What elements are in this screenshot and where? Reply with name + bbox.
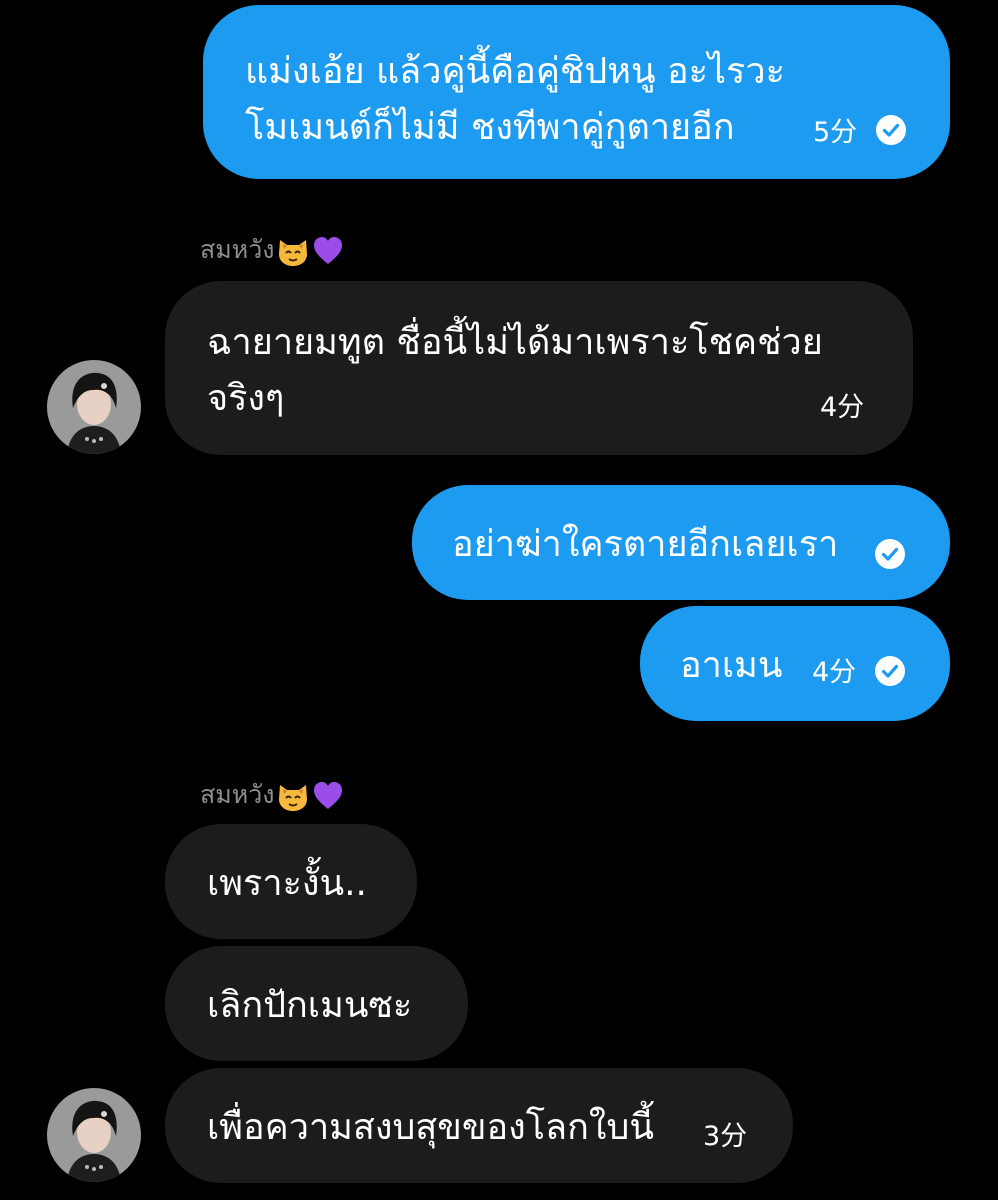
message-text-line: แม่งเอ้ย แล้วคู่นี้คือคู่ชิปหนู อะไรวะ (245, 51, 785, 92)
read-check-icon (876, 115, 906, 145)
message-timestamp: 5分 (813, 117, 858, 148)
outgoing-message-2[interactable]: อย่าฆ่าใครตายอีกเลยเรา (412, 485, 950, 600)
read-check-icon (875, 539, 905, 569)
message-text: เลิกปักเมนซะ (207, 985, 413, 1026)
message-text: อย่าฆ่าใครตายอีกเลยเรา (452, 524, 839, 565)
avatar[interactable] (47, 360, 141, 454)
outgoing-message-1[interactable]: แม่งเอ้ย แล้วคู่นี้คือคู่ชิปหนู อะไรวะ โ… (203, 5, 950, 179)
sender-name-text: สมหวัง (200, 780, 275, 809)
message-text: อาเมน (680, 645, 783, 686)
sender-name-text: สมหวัง (200, 235, 275, 264)
message-timestamp: 3分 (703, 1121, 748, 1152)
purple-heart-emoji-icon (314, 782, 343, 809)
message-timestamp: 4分 (820, 392, 865, 423)
outgoing-message-3[interactable]: อาเมน 4分 (640, 606, 950, 721)
sender-name: สมหวัง (200, 233, 344, 268)
avatar[interactable] (47, 1088, 141, 1182)
message-text-line: โมเมนต์ก็ไม่มี ชงทีพาคู่กูตายอีก (245, 107, 735, 148)
message-text: เพราะงั้น.. (207, 863, 367, 904)
message-timestamp: 4分 (812, 657, 857, 688)
incoming-message-3[interactable]: เลิกปักเมนซะ (165, 946, 468, 1061)
cat-emoji-icon (279, 785, 308, 811)
read-check-icon (875, 656, 905, 686)
incoming-message-4[interactable]: เพื่อความสงบสุขของโลกใบนี้ 3分 (165, 1068, 793, 1183)
incoming-message-1[interactable]: ฉายายมทูต ชื่อนี้ไม่ได้มาเพราะโชคช่วย จร… (165, 281, 913, 455)
message-text-line: จริงๆ (207, 378, 285, 419)
purple-heart-emoji-icon (314, 237, 343, 264)
sender-name: สมหวัง (200, 778, 344, 813)
message-text-line: ฉายายมทูต ชื่อนี้ไม่ได้มาเพราะโชคช่วย (207, 322, 823, 363)
message-text: เพื่อความสงบสุขของโลกใบนี้ (207, 1107, 654, 1148)
cat-emoji-icon (279, 240, 308, 266)
incoming-message-2[interactable]: เพราะงั้น.. (165, 824, 417, 939)
